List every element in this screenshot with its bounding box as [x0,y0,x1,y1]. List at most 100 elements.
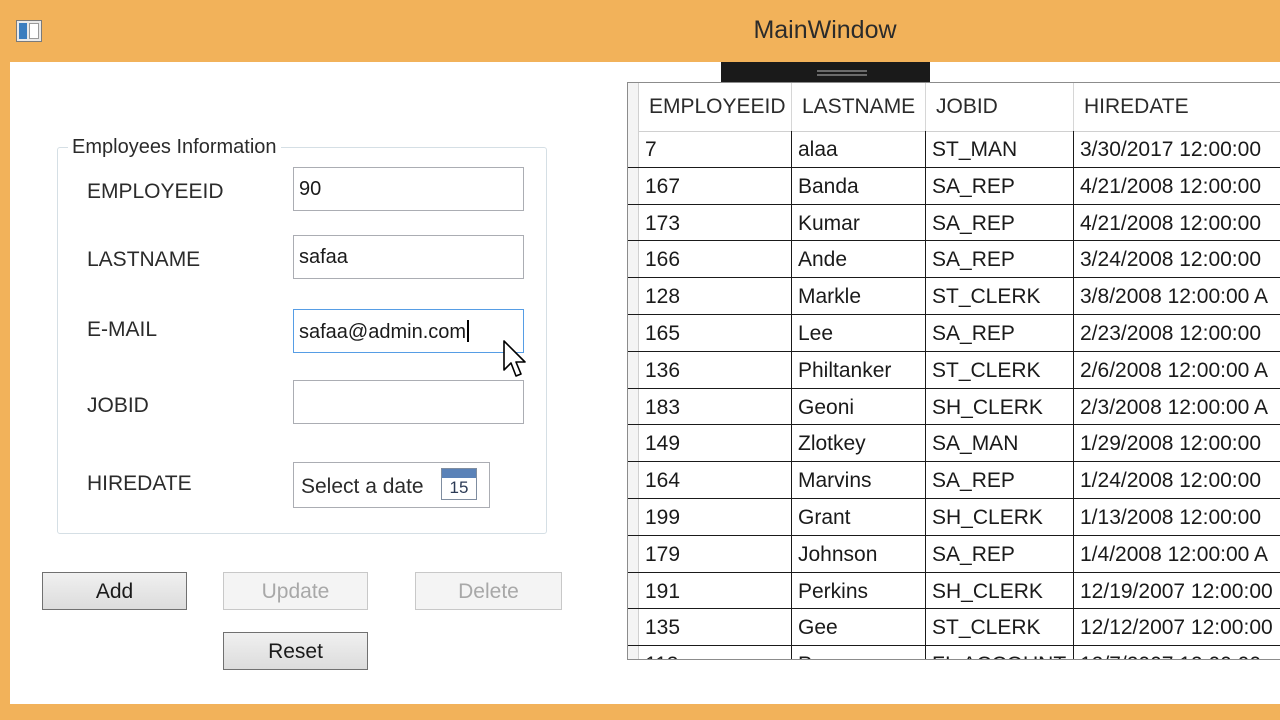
row-header[interactable] [628,314,639,351]
row-header[interactable] [628,572,639,609]
cell-lastname[interactable]: Markle [792,278,926,314]
app-window-icon[interactable] [16,20,42,42]
row-header[interactable] [628,278,639,314]
cell-hiredate[interactable]: 3/30/2017 12:00:00 [1074,131,1280,167]
cell-jobid[interactable]: ST_CLERK [926,609,1074,646]
cell-employeeid[interactable]: 113 [639,646,792,659]
row-header[interactable] [628,204,639,241]
cell-employeeid[interactable]: 199 [639,498,792,535]
cell-hiredate[interactable]: 2/3/2008 12:00:00 A [1074,389,1280,425]
cell-hiredate[interactable]: 1/4/2008 12:00:00 A [1074,536,1280,572]
cell-lastname[interactable]: P [792,646,926,659]
cell-jobid[interactable]: SA_REP [926,535,1074,572]
row-header[interactable] [628,498,639,535]
cell-jobid[interactable]: FI_ACCOUNT [926,646,1074,659]
delete-button[interactable]: Delete [415,572,562,610]
cell-employeeid[interactable]: 165 [639,314,792,351]
row-header[interactable] [628,609,639,646]
cell-lastname[interactable]: Johnson [792,535,926,572]
cell-jobid[interactable]: SH_CLERK [926,388,1074,425]
splitter-grip[interactable] [721,62,930,82]
row-header[interactable] [628,388,639,425]
cell-employeeid[interactable]: 166 [639,241,792,278]
cell-hiredate[interactable]: 4/21/2008 12:00:00 [1074,168,1280,204]
cell-jobid[interactable]: SA_REP [926,241,1074,278]
cell-jobid[interactable]: SA_REP [926,167,1074,204]
cell-jobid[interactable]: ST_CLERK [926,351,1074,388]
table-row[interactable]: 135 Gee ST_CLERK 12/12/2007 12:00:00 [628,609,1280,647]
row-header[interactable] [628,646,639,659]
employees-datagrid[interactable]: EMPLOYEEID LASTNAME JOBID HIREDATE 7 alaa… [627,82,1280,660]
cell-employeeid[interactable]: 173 [639,204,792,241]
cell-hiredate[interactable]: 12/12/2007 12:00:00 [1074,609,1280,645]
table-row[interactable]: 128 Markle ST_CLERK 3/8/2008 12:00:00 A [628,278,1280,315]
cell-hiredate[interactable]: 1/24/2008 12:00:00 [1074,462,1280,498]
cell-jobid[interactable]: SH_CLERK [926,498,1074,535]
reset-button[interactable]: Reset [223,632,368,670]
cell-lastname[interactable]: Geoni [792,388,926,425]
cell-hiredate[interactable]: 3/8/2008 12:00:00 A [1074,278,1280,314]
lastname-input[interactable]: safaa [293,235,524,279]
title-bar[interactable]: MainWindow [0,0,1280,62]
column-header-employeeid[interactable]: EMPLOYEEID [639,83,792,131]
table-row[interactable]: 149 Zlotkey SA_MAN 1/29/2008 12:00:00 [628,425,1280,463]
table-row[interactable]: 167 Banda SA_REP 4/21/2008 12:00:00 [628,167,1280,205]
cell-lastname[interactable]: Philtanker [792,351,926,388]
cell-employeeid[interactable]: 7 [639,131,792,167]
cell-lastname[interactable]: Kumar [792,204,926,241]
cell-hiredate[interactable]: 1/29/2008 12:00:00 [1074,425,1280,461]
cell-hiredate[interactable]: 2/6/2008 12:00:00 A [1074,352,1280,388]
cell-employeeid[interactable]: 179 [639,535,792,572]
table-row[interactable]: 191 Perkins SH_CLERK 12/19/2007 12:00:00 [628,572,1280,610]
add-button[interactable]: Add [42,572,187,610]
cell-jobid[interactable]: SA_REP [926,462,1074,498]
row-header[interactable] [628,351,639,388]
column-header-hiredate[interactable]: HIREDATE [1074,83,1280,131]
cell-hiredate[interactable]: 3/24/2008 12:00:00 [1074,241,1280,277]
cell-jobid[interactable]: ST_MAN [926,131,1074,167]
cell-lastname[interactable]: Marvins [792,462,926,498]
table-row[interactable]: 113PFI_ACCOUNT12/7/2007 12:00:00 [628,646,1280,659]
cell-lastname[interactable]: alaa [792,131,926,167]
cell-employeeid[interactable]: 183 [639,388,792,425]
cell-jobid[interactable]: SH_CLERK [926,572,1074,609]
cell-jobid[interactable]: SA_REP [926,204,1074,241]
table-row[interactable]: 165 Lee SA_REP 2/23/2008 12:00:00 [628,314,1280,352]
row-header[interactable] [628,131,639,167]
row-header[interactable] [628,241,639,278]
cell-lastname[interactable]: Zlotkey [792,425,926,462]
column-header-lastname[interactable]: LASTNAME [792,83,926,131]
hiredate-datepicker[interactable]: Select a date 15 [293,462,490,508]
table-row[interactable]: 136 Philtanker ST_CLERK 2/6/2008 12:00:00 A [628,351,1280,389]
cell-employeeid[interactable]: 149 [639,425,792,462]
update-button[interactable]: Update [223,572,368,610]
cell-employeeid[interactable]: 136 [639,351,792,388]
calendar-icon[interactable]: 15 [441,468,477,500]
table-row[interactable]: 7 alaa ST_MAN 3/30/2017 12:00:00 [628,131,1280,168]
cell-lastname[interactable]: Gee [792,609,926,646]
cell-lastname[interactable]: Perkins [792,572,926,609]
employeeid-input[interactable]: 90 [293,167,524,211]
table-row[interactable]: 173 Kumar SA_REP 4/21/2008 12:00:00 [628,204,1280,242]
cell-lastname[interactable]: Lee [792,314,926,351]
grid-corner[interactable] [628,83,639,131]
cell-hiredate[interactable]: 1/13/2008 12:00:00 [1074,499,1280,535]
cell-hiredate[interactable]: 2/23/2008 12:00:00 [1074,315,1280,351]
row-header[interactable] [628,425,639,462]
cell-hiredate[interactable]: 12/19/2007 12:00:00 [1074,573,1280,609]
table-row[interactable]: 179 Johnson SA_REP 1/4/2008 12:00:00 A [628,535,1280,573]
cell-employeeid[interactable]: 167 [639,167,792,204]
column-header-jobid[interactable]: JOBID [926,83,1074,131]
cell-employeeid[interactable]: 164 [639,462,792,498]
cell-employeeid[interactable]: 191 [639,572,792,609]
email-input[interactable]: safaa@admin.com [293,309,524,353]
row-header[interactable] [628,167,639,204]
table-row[interactable]: 183 Geoni SH_CLERK 2/3/2008 12:00:00 A [628,388,1280,426]
cell-jobid[interactable]: ST_CLERK [926,278,1074,314]
cell-lastname[interactable]: Banda [792,167,926,204]
row-header[interactable] [628,462,639,498]
cell-employeeid[interactable]: 135 [639,609,792,646]
cell-hiredate[interactable]: 4/21/2008 12:00:00 [1074,205,1280,241]
table-row[interactable]: 166 Ande SA_REP 3/24/2008 12:00:00 [628,241,1280,279]
table-row[interactable]: 164 Marvins SA_REP 1/24/2008 12:00:00 [628,462,1280,499]
